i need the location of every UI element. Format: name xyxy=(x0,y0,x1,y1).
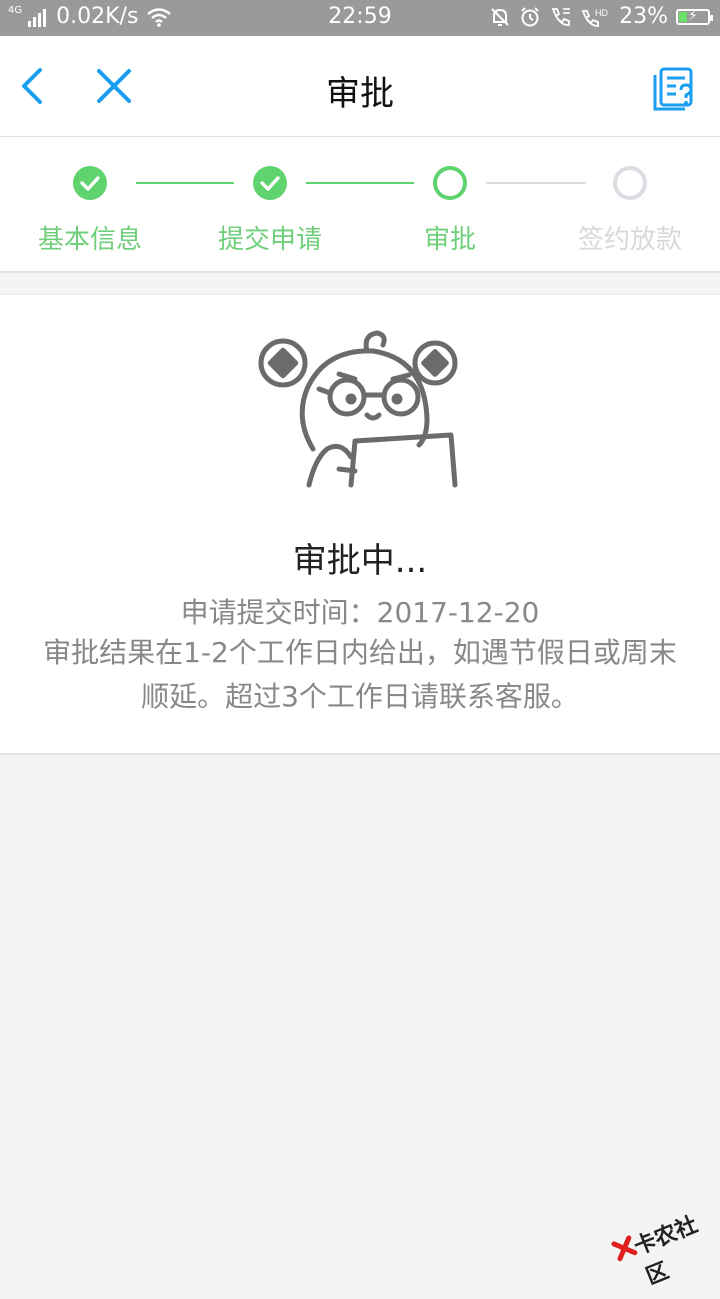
battery-percent: 23% xyxy=(619,4,668,29)
step-connector xyxy=(306,182,414,184)
step-label-basic-info: 基本信息 xyxy=(37,225,142,255)
status-right: HD 23% ⚡ xyxy=(489,4,713,29)
approval-status-title: 审批中... xyxy=(292,541,428,581)
active-step-icon xyxy=(433,166,467,200)
header: 审批 xyxy=(0,36,720,137)
submit-time: 申请提交时间：2017-12-20 xyxy=(180,596,540,629)
approval-description: 审批结果在1-2个工作日内给出，如遇节假日或周末顺延。超过3个工作日请联系客服。 xyxy=(43,636,677,713)
progress-steps: 基本信息 提交申请 审批 签约放款 xyxy=(0,137,720,273)
page-title: 审批 xyxy=(326,74,394,114)
step-connector xyxy=(136,182,234,184)
document-help-icon[interactable] xyxy=(652,66,698,112)
step-connector xyxy=(486,182,586,184)
step-label-approval: 审批 xyxy=(423,225,476,255)
call-icon xyxy=(551,7,571,26)
hd-call-icon: HD xyxy=(581,8,609,27)
alarm-icon xyxy=(521,6,539,26)
step-label-sign-loan: 签约放款 xyxy=(577,225,682,255)
pending-step-icon xyxy=(613,166,647,200)
mute-icon xyxy=(491,7,509,26)
step-label-submit: 提交申请 xyxy=(217,225,322,255)
watermark-text: 卡农社区 xyxy=(630,1212,702,1290)
status-bar: 4G 0.02K/s 22:59 HD 23% ⚡ xyxy=(0,0,720,36)
reviewer-character-illustration xyxy=(258,330,458,488)
check-icon xyxy=(73,166,107,200)
battery-icon: ⚡ xyxy=(676,8,713,25)
svg-text:HD: HD xyxy=(595,8,608,18)
watermark-logo: 卡农社区 xyxy=(604,1193,715,1290)
approval-card: 审批中... 申请提交时间：2017-12-20 审批结果在1-2个工作日内给出… xyxy=(0,294,720,755)
check-icon xyxy=(253,166,287,200)
